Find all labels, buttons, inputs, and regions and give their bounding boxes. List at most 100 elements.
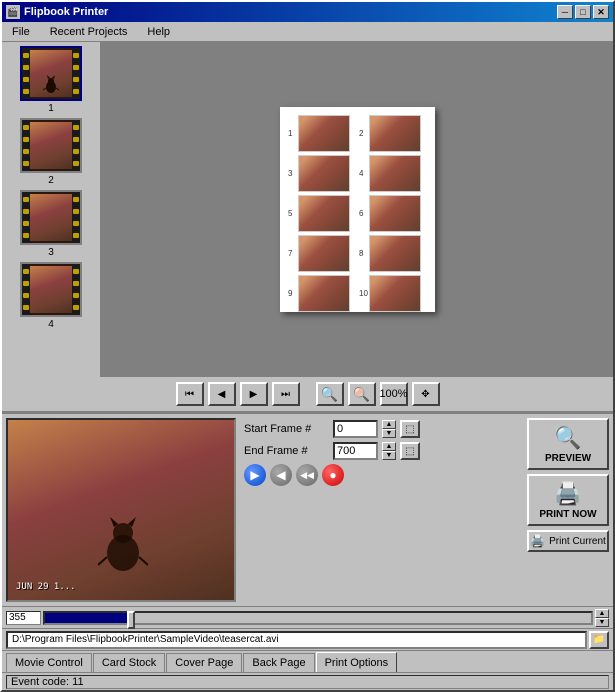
film-hole: [73, 293, 79, 298]
film-thumbnail[interactable]: [20, 190, 82, 245]
status-panel: Event code: 11: [6, 675, 609, 689]
print-now-button[interactable]: 🖨️ PRINT NOW: [527, 474, 609, 526]
end-frame-spinner: ▲ ▼: [382, 442, 396, 460]
print-cell: 5: [288, 195, 356, 232]
tab-bar: Movie Control Card Stock Cover Page Back…: [2, 650, 613, 672]
menu-file[interactable]: File: [6, 25, 36, 39]
tab-card-stock[interactable]: Card Stock: [93, 653, 165, 672]
minimize-button[interactable]: ─: [557, 5, 573, 19]
preview-button[interactable]: 🔍 PREVIEW: [527, 418, 609, 470]
film-thumbnail[interactable]: [20, 262, 82, 317]
film-hole: [23, 89, 29, 94]
film-image-content: [30, 194, 72, 241]
record-button[interactable]: ●: [322, 464, 344, 486]
menu-help[interactable]: Help: [141, 25, 176, 39]
zoom-in-button[interactable]: 🔍: [316, 382, 344, 406]
film-hole: [73, 281, 79, 286]
start-frame-up[interactable]: ▲: [382, 420, 396, 429]
slider-up[interactable]: ▲: [595, 609, 609, 618]
main-area: 1: [2, 42, 613, 377]
film-hole: [73, 221, 79, 226]
tab-movie-control[interactable]: Movie Control: [6, 653, 92, 672]
tab-print-options[interactable]: Print Options: [316, 652, 398, 672]
print-image: [298, 115, 350, 152]
film-hole: [23, 281, 29, 286]
print-cell: 6: [359, 195, 427, 232]
end-frame-icon[interactable]: ⬚: [400, 442, 420, 460]
status-bar: Event code: 11: [2, 672, 613, 690]
end-frame-row: End Frame # ▲ ▼ ⬚: [244, 442, 519, 460]
zoom-out-button[interactable]: 🔍: [348, 382, 376, 406]
video-preview: JUN 29 1...: [6, 418, 236, 602]
video-slider[interactable]: [43, 611, 593, 625]
main-window: 🎬 Flipbook Printer ─ □ ✕ File Recent Pro…: [0, 0, 615, 692]
slider-thumb[interactable]: [127, 611, 135, 629]
film-label: 2: [48, 175, 54, 186]
right-buttons-panel: 🔍 PREVIEW 🖨️ PRINT NOW 🖨️ Print Current: [523, 414, 613, 606]
film-hole: [73, 149, 79, 154]
print-image: [298, 155, 350, 192]
print-image: [369, 195, 421, 232]
film-hole: [73, 197, 79, 202]
end-frame-label: End Frame #: [244, 445, 329, 457]
print-now-label: PRINT NOW: [539, 509, 596, 520]
zoom-fit-button[interactable]: 100%: [380, 382, 408, 406]
film-label: 4: [48, 319, 54, 330]
film-image-content: [30, 122, 72, 169]
film-hole: [23, 161, 29, 166]
middle-panel: JUN 29 1... Start Frame # ▲ ▼ ⬚: [2, 414, 613, 606]
list-item[interactable]: 2: [20, 118, 82, 186]
start-frame-row: Start Frame # ▲ ▼ ⬚: [244, 420, 519, 438]
maximize-button[interactable]: □: [575, 5, 591, 19]
filmstrip-scroll[interactable]: 1: [2, 42, 100, 377]
browse-button[interactable]: 📁: [589, 631, 609, 649]
film-image: [30, 266, 72, 313]
navigation-controls: ⏮ ◀ ▶ ⏭ 🔍 🔍 100% ✥: [2, 377, 613, 412]
prev-button[interactable]: ◀◀: [296, 464, 318, 486]
start-frame-input[interactable]: [333, 420, 378, 438]
filepath-input[interactable]: [6, 631, 587, 649]
start-frame-label: Start Frame #: [244, 423, 329, 435]
film-hole: [23, 77, 29, 82]
start-frame-down[interactable]: ▼: [382, 429, 396, 438]
list-item[interactable]: 3: [20, 190, 82, 258]
slider-row: 355 ▲ ▼: [2, 606, 613, 628]
film-label: 3: [48, 247, 54, 258]
film-hole: [23, 233, 29, 238]
play-button[interactable]: ▶: [240, 382, 268, 406]
print-image: [369, 235, 421, 272]
print-grid: 1 2 3 4: [288, 115, 427, 312]
list-item[interactable]: 4: [20, 262, 82, 330]
slider-down[interactable]: ▼: [595, 618, 609, 627]
first-frame-button[interactable]: ⏮: [176, 382, 204, 406]
last-frame-button[interactable]: ⏭: [272, 382, 300, 406]
status-text: Event code: 11: [11, 676, 84, 688]
pan-button[interactable]: ✥: [412, 382, 440, 406]
film-thumbnail[interactable]: [20, 118, 82, 173]
rewind-button[interactable]: ◀: [270, 464, 292, 486]
tab-back-page[interactable]: Back Page: [243, 653, 314, 672]
end-frame-up[interactable]: ▲: [382, 442, 396, 451]
end-frame-down[interactable]: ▼: [382, 451, 396, 460]
cat-silhouette-icon: [43, 75, 59, 95]
film-image: [30, 194, 72, 241]
tab-cover-page[interactable]: Cover Page: [166, 653, 242, 672]
window-title: Flipbook Printer: [24, 6, 108, 18]
play-video-button[interactable]: ▶: [244, 464, 266, 486]
print-cell: 1: [288, 115, 356, 152]
list-item[interactable]: 1: [20, 46, 82, 114]
filmstrip-panel: 1: [2, 42, 102, 377]
film-hole: [23, 53, 29, 58]
film-thumbnail[interactable]: [20, 46, 82, 101]
menu-recent-projects[interactable]: Recent Projects: [44, 25, 134, 39]
close-button[interactable]: ✕: [593, 5, 609, 19]
end-frame-input[interactable]: [333, 442, 378, 460]
start-frame-icon[interactable]: ⬚: [400, 420, 420, 438]
print-current-button[interactable]: 🖨️ Print Current: [527, 530, 609, 552]
film-hole: [73, 161, 79, 166]
title-bar: 🎬 Flipbook Printer ─ □ ✕: [2, 2, 613, 22]
prev-frame-button[interactable]: ◀: [208, 382, 236, 406]
film-hole: [23, 197, 29, 202]
print-cell: 9: [288, 275, 356, 312]
start-frame-spinner: ▲ ▼: [382, 420, 396, 438]
